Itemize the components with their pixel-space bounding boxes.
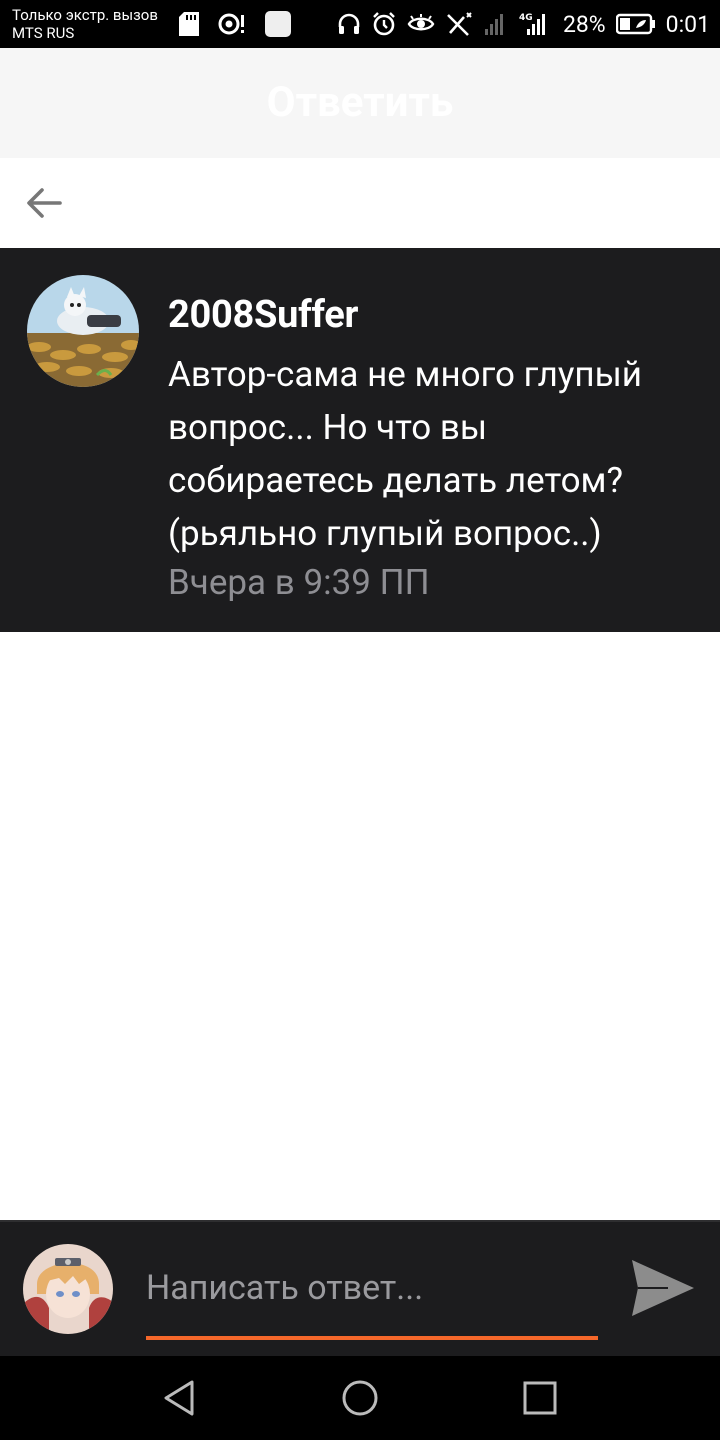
comment-body: Автор-сама не много глупый вопрос... Но …	[168, 354, 642, 554]
nav-recents-button[interactable]	[520, 1378, 560, 1418]
clock: 0:01	[665, 10, 710, 38]
notification-square-icon	[264, 10, 292, 38]
reply-header: Ответить	[0, 48, 720, 158]
battery-percent: 28%	[562, 10, 606, 38]
nfc-icon	[218, 11, 246, 37]
back-triangle-icon	[164, 1380, 194, 1416]
status-icons-left	[178, 10, 292, 38]
home-circle-icon	[342, 1380, 378, 1416]
comment-timestamp: Вчера в 9:39 ПП	[168, 562, 430, 603]
headset-icon	[337, 12, 361, 36]
send-button[interactable]	[628, 1256, 698, 1320]
current-user-avatar-image	[23, 1244, 113, 1334]
alarm-icon	[371, 11, 397, 37]
nav-home-button[interactable]	[340, 1378, 380, 1418]
eye-icon	[407, 13, 435, 35]
status-bar: Только экстр. вызов MTS RUS 4G 28% 0:01	[0, 0, 720, 48]
carrier-line-1: Только экстр. вызов	[12, 6, 158, 24]
avatar[interactable]	[23, 1244, 113, 1334]
wifi-off-icon	[445, 11, 473, 37]
toolbar	[0, 158, 720, 248]
user-avatar-image	[27, 275, 139, 387]
navigation-bar	[0, 1356, 720, 1440]
status-icons-right: 4G 28% 0:01	[337, 8, 710, 40]
svg-text:4G: 4G	[519, 13, 533, 23]
page-title: Ответить	[266, 78, 454, 127]
compose-bar	[0, 1220, 720, 1356]
battery-icon	[615, 13, 656, 35]
comment-username[interactable]: 2008Suffer	[168, 293, 358, 337]
recents-square-icon	[523, 1381, 557, 1415]
signal-icon	[483, 11, 509, 37]
input-underline	[146, 1336, 598, 1340]
sd-card-icon	[178, 11, 200, 37]
comment-card: 2008Suffer Автор-сама не много глупый во…	[0, 248, 720, 632]
reply-input[interactable]	[146, 1258, 598, 1318]
avatar[interactable]	[27, 275, 139, 387]
back-button[interactable]	[20, 183, 68, 223]
carrier-line-2: MTS RUS	[12, 24, 75, 42]
carrier-info: Только экстр. вызов MTS RUS	[12, 6, 158, 42]
arrow-left-icon	[27, 188, 62, 218]
nav-back-button[interactable]	[160, 1378, 200, 1418]
send-icon	[632, 1260, 694, 1316]
network-4g-signal-icon: 4G	[519, 11, 553, 37]
